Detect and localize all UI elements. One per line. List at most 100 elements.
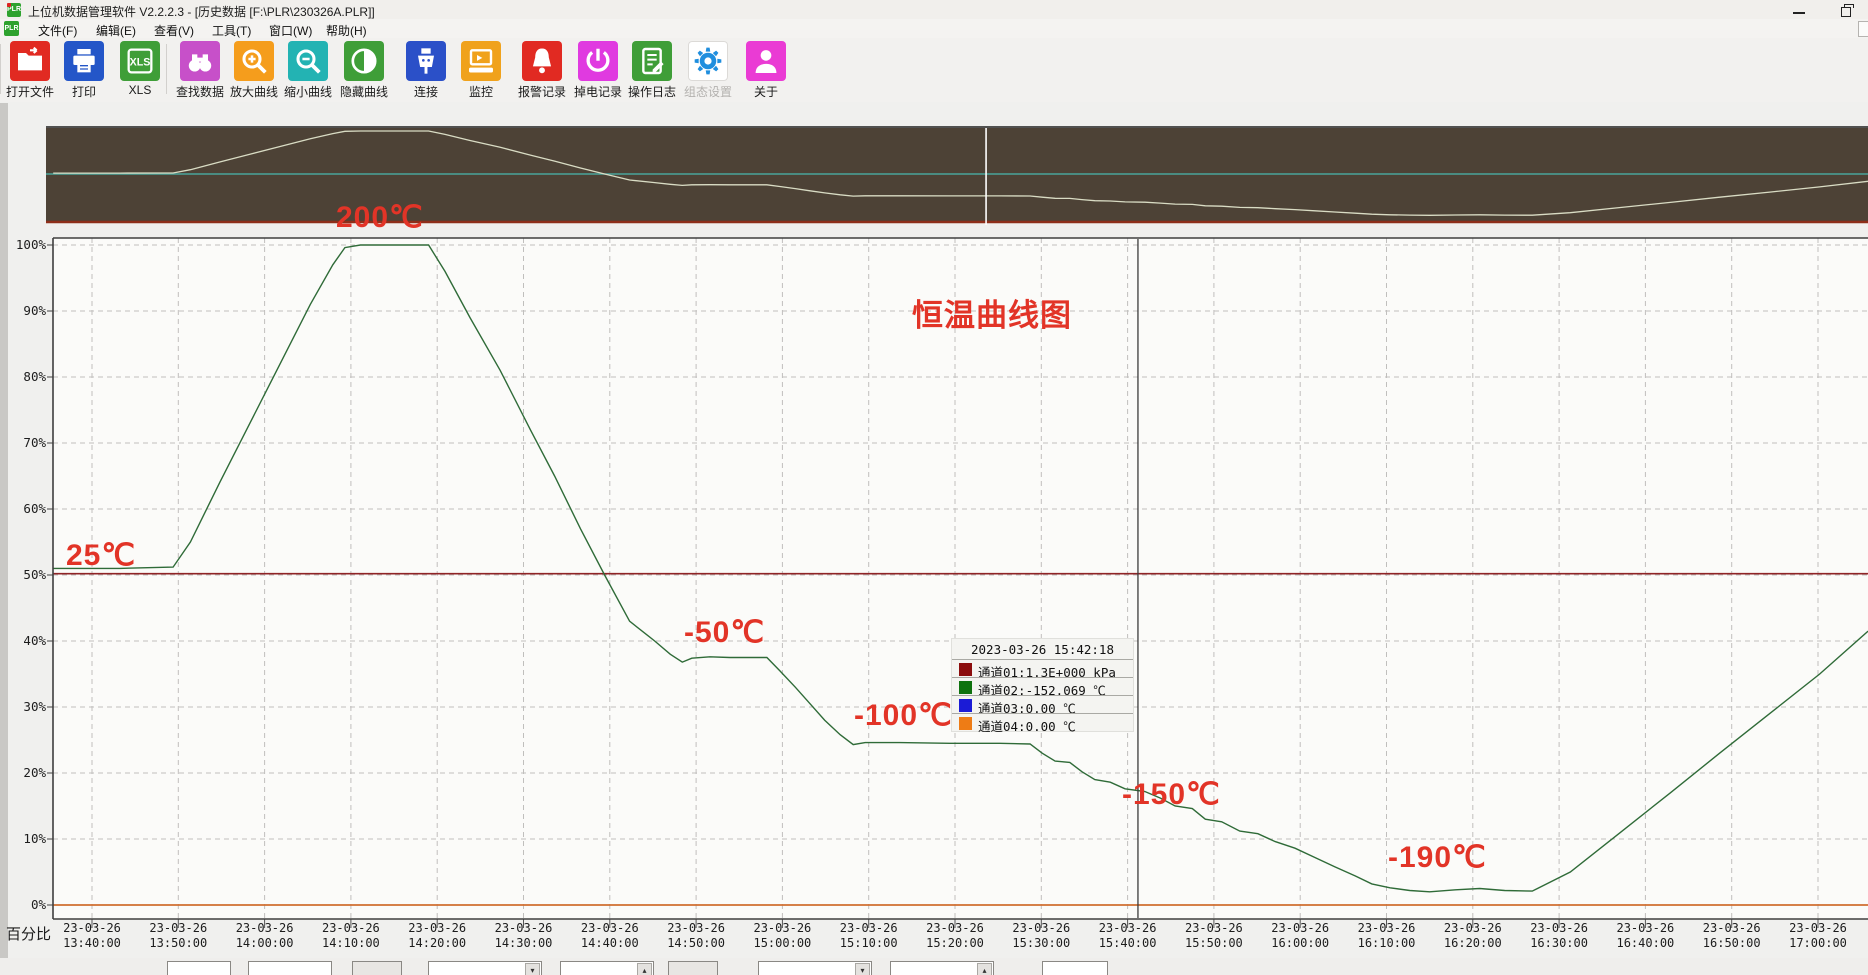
toolbar-button-alarm[interactable]: 报警记录 [514, 41, 570, 100]
toolbar-label: 组态设置 [680, 83, 736, 100]
toolbar-label: 关于 [738, 83, 794, 100]
bottom-input-clipped[interactable] [167, 961, 231, 975]
toolbar-button-log[interactable]: 操作日志 [624, 41, 680, 100]
x-axis-tick-label: 23-03-2615:40:00 [1090, 921, 1166, 951]
about-icon [746, 41, 786, 81]
spinner-up-icon[interactable]: ▴ [977, 963, 992, 975]
toolbar-label: XLS [112, 83, 168, 97]
y-axis-tick-label: 90% [8, 303, 46, 318]
connect-icon [406, 41, 446, 81]
svg-text:XLS: XLS [130, 57, 151, 69]
tooltip-channel-row: 通道04:0.00 ℃ [952, 713, 1133, 732]
mdi-window-controls-stub [1858, 21, 1868, 37]
x-axis-tick-label: 23-03-2616:40:00 [1607, 921, 1683, 951]
tooltip-channel-row: 通道02:-152.069 ℃ [952, 677, 1133, 696]
toolbar-button-xls[interactable]: XLS XLS [112, 41, 168, 97]
toolbar-button-monitor[interactable]: 监控 [453, 41, 509, 100]
x-axis-tick-label: 23-03-2616:30:00 [1521, 921, 1597, 951]
toolbar-label: 掉电记录 [570, 83, 626, 100]
x-axis-tick-label: 23-03-2615:50:00 [1176, 921, 1252, 951]
toolbar-button-about[interactable]: 关于 [738, 41, 794, 100]
y-axis-tick-label: 50% [8, 567, 46, 582]
toolbar-separator [166, 44, 167, 94]
x-axis-tick-label: 23-03-2614:40:00 [572, 921, 648, 951]
dropdown-arrow-icon[interactable]: ▾ [525, 963, 540, 975]
toolbar-label: 隐藏曲线 [336, 83, 392, 100]
channel-color-swatch [959, 681, 972, 694]
toolbar-label: 查找数据 [172, 83, 228, 100]
x-axis-tick-label: 23-03-2616:20:00 [1435, 921, 1511, 951]
tooltip-channel-row: 通道01:1.3E+000 kPa [952, 659, 1133, 678]
toolbar-button-hide-curve[interactable]: 隐藏曲线 [336, 41, 392, 100]
annotation-25: 25℃ [66, 538, 136, 573]
annotation-: 恒温曲线图 [912, 290, 1072, 335]
y-axis-unit-label: 百分比 [6, 923, 51, 944]
bottom-input-clipped[interactable] [248, 961, 332, 975]
spinner-up-icon[interactable]: ▴ [637, 963, 652, 975]
toolbar-label: 连接 [398, 83, 454, 100]
x-axis-tick-label: 23-03-2614:30:00 [486, 921, 562, 951]
xls-icon: XLS [120, 41, 160, 81]
bottom-btn-clipped[interactable] [668, 961, 718, 975]
bottom-spinner-clipped[interactable]: ▴ [890, 961, 994, 975]
toolbar-button-gear[interactable]: 组态设置 [680, 41, 736, 100]
toolbar-button-connect[interactable]: 连接 [398, 41, 454, 100]
dropdown-arrow-icon[interactable]: ▾ [855, 963, 870, 975]
search-data-icon [180, 41, 220, 81]
tooltip-channel-row: 通道03:0.00 ℃ [952, 695, 1133, 714]
toolbar-button-printer[interactable]: 打印 [56, 41, 112, 100]
zoom-out-icon [288, 41, 328, 81]
app-window: PLR 上位机数据管理软件 V2.2.2.3 - [历史数据 [F:\PLR\2… [0, 0, 1868, 975]
annotation-200: 200℃ [336, 200, 424, 235]
bottom-dropdown-clipped[interactable]: ▾ [758, 961, 872, 975]
y-axis-tick-label: 60% [8, 501, 46, 516]
x-axis-tick-label: 23-03-2617:00:00 [1780, 921, 1856, 951]
toolbar-button-zoom-in[interactable]: 放大曲线 [226, 41, 282, 100]
toolbar: 打开文件打印XLSXLS查找数据放大曲线缩小曲线隐藏曲线连接监控报警记录掉电记录… [0, 38, 1868, 103]
window-title: 上位机数据管理软件 V2.2.2.3 - [历史数据 [F:\PLR\23032… [28, 3, 375, 20]
y-axis-tick-label: 30% [8, 699, 46, 714]
toolbar-button-power[interactable]: 掉电记录 [570, 41, 626, 100]
toolbar-button-zoom-out[interactable]: 缩小曲线 [280, 41, 336, 100]
bottom-input-clipped[interactable] [1042, 961, 1108, 975]
annotation--150: -150℃ [1122, 777, 1221, 812]
y-axis-tick-label: 100% [8, 237, 46, 252]
annotation--50: -50℃ [684, 615, 765, 650]
channel-value-text: 通道04:0.00 ℃ [978, 716, 1076, 735]
x-axis-tick-label: 23-03-2614:00:00 [227, 921, 303, 951]
bottom-dropdown-clipped[interactable]: ▾ [428, 961, 542, 975]
x-axis-tick-label: 23-03-2614:10:00 [313, 921, 389, 951]
toolbar-button-search-data[interactable]: 查找数据 [172, 41, 228, 100]
zoom-in-icon [234, 41, 274, 81]
channel-color-swatch [959, 717, 972, 730]
minimize-button[interactable] [1786, 4, 1812, 17]
toolbar-label: 放大曲线 [226, 83, 282, 100]
y-axis-tick-label: 20% [8, 765, 46, 780]
x-axis-tick-label: 23-03-2613:40:00 [54, 921, 130, 951]
gear-icon [688, 41, 728, 81]
printer-icon [64, 41, 104, 81]
title-bar: PLR 上位机数据管理软件 V2.2.2.3 - [历史数据 [F:\PLR\2… [0, 0, 1868, 20]
chart-area [0, 102, 1868, 958]
monitor-icon [461, 41, 501, 81]
power-icon [578, 41, 618, 81]
alarm-icon [522, 41, 562, 81]
y-axis-tick-label: 70% [8, 435, 46, 450]
bottom-spinner-clipped[interactable]: ▴ [560, 961, 654, 975]
y-axis-tick-label: 40% [8, 633, 46, 648]
log-icon [632, 41, 672, 81]
restore-button[interactable] [1832, 4, 1858, 17]
data-cursor-tooltip: 2023-03-26 15:42:18 通道01:1.3E+000 kPa通道0… [952, 639, 1133, 731]
channel-color-swatch [959, 663, 972, 676]
toolbar-label: 操作日志 [624, 83, 680, 100]
channel-color-swatch [959, 699, 972, 712]
toolbar-label: 打开文件 [2, 83, 58, 100]
minimize-icon [1793, 12, 1805, 14]
restore-icon [1841, 7, 1851, 17]
bottom-controls-clipped: ▾ ▴ ▾ ▴ [0, 958, 1868, 975]
toolbar-button-open-file[interactable]: 打开文件 [2, 41, 58, 100]
bottom-btn-clipped[interactable] [352, 961, 402, 975]
toolbar-label: 监控 [453, 83, 509, 100]
toolbar-label: 报警记录 [514, 83, 570, 100]
y-axis-tick-label: 80% [8, 369, 46, 384]
